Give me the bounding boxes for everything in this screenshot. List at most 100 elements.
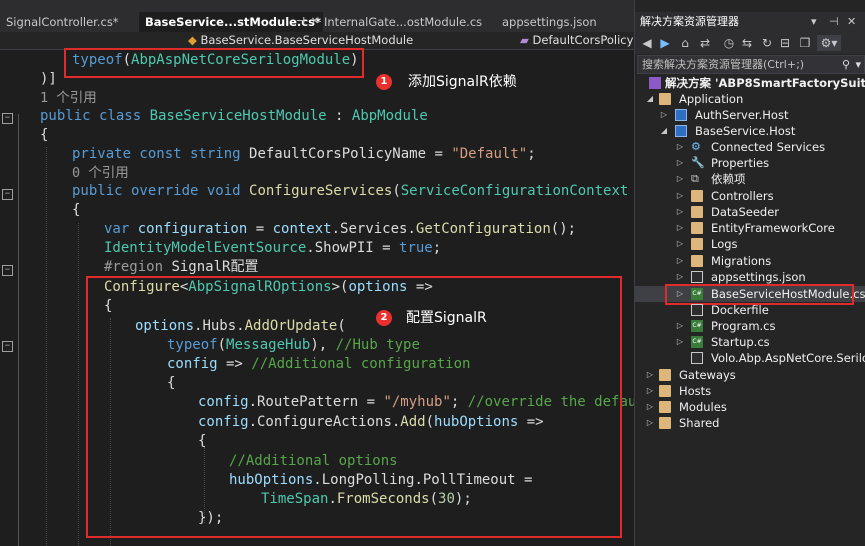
tree-item-label: Shared [679,416,720,430]
code-editor[interactable]: SignalController.cs* BaseService...stMod… [0,0,634,546]
tree-item-efcore[interactable]: ▷ EntityFrameworkCore [635,220,865,236]
folder-icon [659,417,671,429]
collapsed-icon[interactable]: ▷ [675,155,685,171]
step-badge: 1 [376,74,392,90]
tree-item-dockerfile[interactable]: Dockerfile [635,302,865,318]
dependencies-icon: ⧉ [691,172,699,185]
expanded-icon[interactable]: ◢ [659,123,669,139]
collapsed-icon[interactable]: ▷ [675,220,685,236]
class-icon: ◆ [188,33,197,47]
tree-item-gateways[interactable]: ▷ Gateways [635,367,865,383]
chevron-down-icon[interactable]: ▾ [855,56,861,73]
tree-item-label: Migrations [711,254,772,268]
search-icon[interactable]: ⚲ [842,56,850,73]
properties-icon[interactable]: ⚙▾ [817,35,841,51]
dropdown-icon[interactable]: ▾ [811,12,817,32]
member-dropdown-label: DefaultCorsPolicyNa [532,33,634,47]
sync-icon[interactable]: ⇆ [739,35,755,51]
tree-item-label: BaseService.Host [695,124,796,138]
step-badge: 2 [376,310,392,326]
tree-item-appsettings[interactable]: ▷ appsettings.json [635,269,865,285]
pin-icon[interactable]: ⊣ [296,12,305,32]
json-file-icon [691,271,703,283]
close-icon[interactable]: ✕ [847,12,856,32]
tree-item-label: Controllers [711,189,774,203]
collapsed-icon[interactable]: ▷ [675,318,685,334]
collapsed-icon[interactable]: ▷ [675,204,685,220]
folder-icon [659,385,671,397]
forward-icon[interactable]: ▶ [657,35,673,51]
collapsed-icon[interactable]: ▷ [675,334,685,350]
history-icon[interactable]: ◷ [721,35,737,51]
tree-item-label: Dockerfile [711,303,769,317]
pin-icon[interactable]: ⊣ [829,12,839,32]
code-line: { [40,127,49,143]
tree-item-dataseeder[interactable]: ▷ DataSeeder [635,204,865,220]
collapsed-icon[interactable]: ▷ [675,171,685,187]
tree-item-authserver[interactable]: ▷ AuthServer.Host [635,107,865,123]
tree-item-connected-services[interactable]: ▷ ⚙ Connected Services [635,139,865,155]
code-line: public override void ConfigureServices(S… [72,183,629,199]
tree-item-label: 解决方案 'ABP8SmartFactorySuite' (36 [665,76,865,90]
tree-item-dependencies[interactable]: ▷ ⧉ 依赖项 [635,171,865,187]
tree-item-label: Properties [711,156,770,170]
collapsed-icon[interactable]: ▷ [675,269,685,285]
tree-item-label: Connected Services [711,140,826,154]
tree-item-application[interactable]: ◢ Application [635,91,865,107]
folder-icon [659,93,671,105]
folder-icon [659,369,671,381]
folder-icon [691,206,703,218]
wrench-icon: 🔧 [691,156,705,169]
project-icon [675,109,687,121]
tree-item-migrations[interactable]: ▷ Migrations [635,253,865,269]
tree-item-properties[interactable]: ▷ 🔧 Properties [635,155,865,171]
tree-item-volo-serilog[interactable]: Volo.Abp.AspNetCore.Serilog [635,350,865,366]
show-all-icon[interactable]: ❐ [797,35,813,51]
expanded-icon[interactable]: ◢ [645,91,655,107]
tree-item-logs[interactable]: ▷ Logs [635,236,865,252]
collapsed-icon[interactable]: ▷ [645,415,655,431]
folder-icon [691,255,703,267]
tree-item-label: Gateways [679,368,736,382]
tab-appsettings[interactable]: appsettings.json [496,12,634,32]
switch-views-icon[interactable]: ⇄ [697,35,713,51]
field-icon: ▰ [520,33,529,47]
folder-icon [691,190,703,202]
collapsed-icon[interactable]: ▷ [645,383,655,399]
reference-count[interactable]: 0 个引用 [72,164,129,183]
collapsed-icon[interactable]: ▷ [675,236,685,252]
refresh-icon[interactable]: ↻ [759,35,775,51]
type-dropdown[interactable]: ◆ BaseService.BaseServiceHostModule [188,32,518,49]
search-input[interactable]: 搜索解决方案资源管理器(Ctrl+;) ⚲ ▾ [637,55,865,74]
collapsed-icon[interactable]: ▷ [645,367,655,383]
tree-item-program[interactable]: ▷ C# Program.cs [635,318,865,334]
tab-baseservicehostmodule[interactable]: BaseService...stModule.cs* ⊣ ✕ [139,12,323,32]
tree-item-shared[interactable]: ▷ Shared [635,415,865,431]
home-icon[interactable]: ⌂ [677,35,693,51]
tree-item-modules[interactable]: ▷ Modules [635,399,865,415]
csharp-file-icon: C# [691,320,703,332]
tree-item-startup[interactable]: ▷ C# Startup.cs [635,334,865,350]
tree-item-label: EntityFrameworkCore [711,221,835,235]
back-icon[interactable]: ◀ [639,35,655,51]
collapsed-icon[interactable]: ▷ [675,188,685,204]
member-dropdown[interactable]: ▰ DefaultCorsPolicyNa [520,32,634,49]
panel-title: 解决方案资源管理器 [640,15,739,28]
collapsed-icon[interactable]: ▷ [675,139,685,155]
reference-count[interactable]: 1 个引用 [40,89,97,108]
tree-item-baseservice-host[interactable]: ◢ BaseService.Host [635,123,865,139]
collapsed-icon[interactable]: ▷ [659,107,669,123]
tree-item-solution[interactable]: 解决方案 'ABP8SmartFactorySuite' (36 [635,75,865,91]
tree-item-controllers[interactable]: ▷ Controllers [635,188,865,204]
tree-item-label: Hosts [679,384,712,398]
annotation-text: 配置SignalR [406,310,487,326]
collapsed-icon[interactable]: ▷ [675,253,685,269]
tab-internalgateway[interactable]: InternalGate...ostModule.cs [318,12,502,32]
code-line: public class BaseServiceHostModule : Abp… [40,108,428,124]
file-icon [691,304,703,316]
collapsed-icon[interactable]: ▷ [645,399,655,415]
tree-item-hosts[interactable]: ▷ Hosts [635,383,865,399]
tab-signalcontroller[interactable]: SignalController.cs* [0,12,144,32]
code-line: #region SignalR配置 [104,259,259,275]
collapse-all-icon[interactable]: ⊟ [777,35,793,51]
